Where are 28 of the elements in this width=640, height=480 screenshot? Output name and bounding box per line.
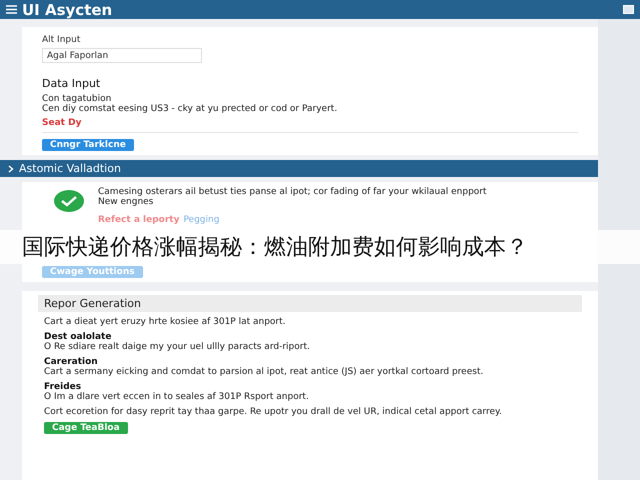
app-title: UI Asycten (22, 0, 114, 18)
block-heading: Freides (44, 382, 82, 392)
check-circle-icon (54, 190, 84, 212)
item-text: Cen diy comstat eesing US3 - cky at yu prected or cod or Paryert. (42, 104, 338, 114)
caption-text: 国际快递价格涨幅揭秘：燃油附加费如何影响成本？ (22, 234, 528, 262)
block-heading: Dest oalolate (44, 332, 112, 342)
section-title: Astomic Valladtion (19, 162, 121, 175)
chevron-icon (8, 164, 14, 172)
block-text: O Im a dlare vert eccen in to seales af 301P Rsport anport. (44, 392, 310, 402)
block-text: Cort ecoretion for dasy reprit tay thaa garpe. Re upotr you drall de vel UR, indical cetal apport carrey. (44, 407, 503, 417)
action-button[interactable]: Cnngr Tarklcne (42, 139, 134, 151)
status-subtext: New engnes (98, 197, 154, 207)
status-text: Camesing osterars ail betust ties panse al ipot; cor fading of far your wkilaual enpport (98, 187, 487, 197)
section-title: Data Input (42, 77, 102, 90)
block-heading: Careration (44, 357, 99, 367)
error-text: Seat Dy (42, 118, 82, 128)
alert-link[interactable]: Pegging (183, 215, 220, 225)
item-title: Con tagatubion (42, 94, 112, 104)
input-field[interactable]: Agal Faporlan (42, 48, 202, 63)
block-text: Cart a dieat yert eruzy hrte kosiee af 301P lat anport. (44, 317, 287, 327)
section-header-bar[interactable]: Astomic Valladtion (0, 160, 598, 177)
report-title: Repor Generation (38, 295, 582, 312)
block-text: O Re sdiare realt daige my your uel ullly paracts ard-riport. (44, 342, 311, 352)
action-button[interactable]: Cage TeaBloa (44, 422, 128, 434)
field-label: Alt Input (42, 35, 82, 45)
block-text: Cart a sermany eicking and comdat to parsion al ipot, reat antice (JS) aer yortkal cortoard preest. (44, 367, 484, 377)
alert-text: Refect a leporty (98, 215, 180, 225)
menu-icon[interactable] (6, 5, 17, 14)
